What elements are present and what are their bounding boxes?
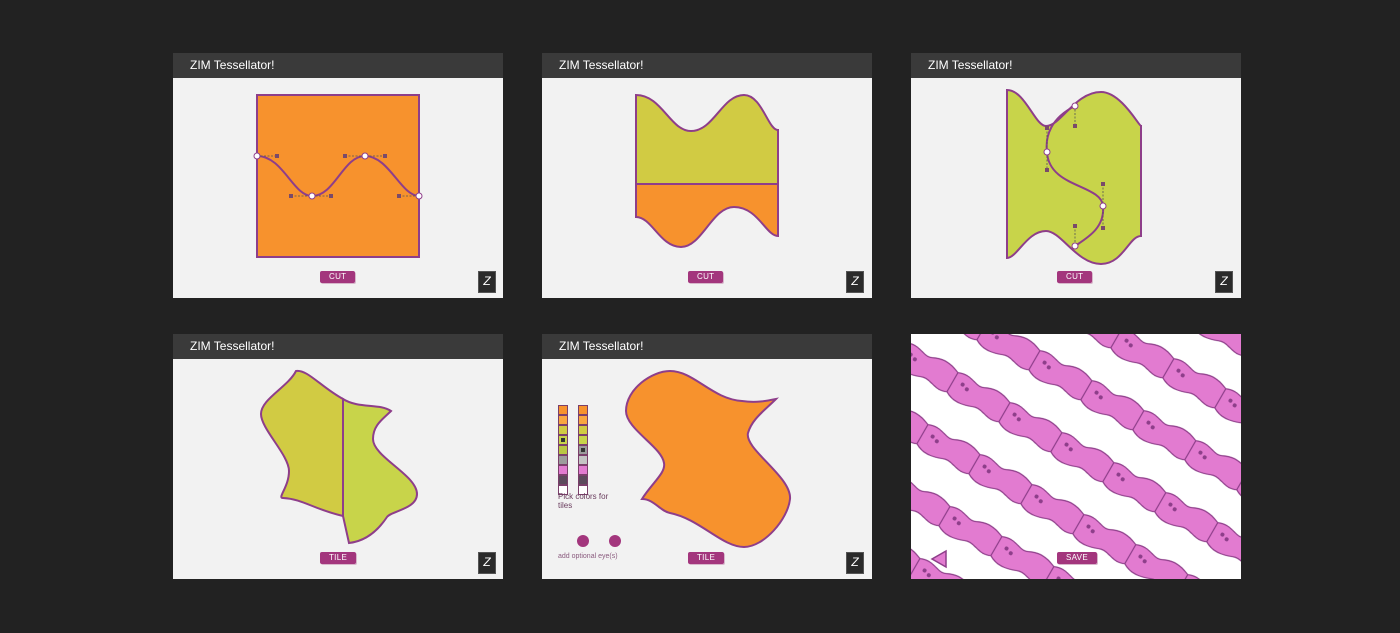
eye-option-2 <box>609 535 621 547</box>
swatch-orange[interactable] <box>578 405 588 415</box>
swatch-orange-light[interactable] <box>558 415 568 425</box>
panel-cut-result: ZIM Tessellator! CUT Z <box>542 53 872 298</box>
editor-canvas[interactable] <box>173 359 503 579</box>
bottom-half-tile <box>635 183 779 249</box>
panel-title: ZIM Tessellator! <box>173 334 503 359</box>
palette-column-1[interactable] <box>558 405 568 495</box>
swatch-green[interactable] <box>578 435 588 445</box>
swatch-gray-selected[interactable] <box>578 445 588 455</box>
zim-logo-icon: Z <box>846 271 864 293</box>
panel-tile-shape: ZIM Tessellator! TILE Z <box>173 334 503 579</box>
save-button[interactable]: SAVE <box>1057 552 1097 564</box>
swatch-green[interactable] <box>558 445 568 455</box>
cut-button[interactable]: CUT <box>688 271 724 283</box>
triangle-back-icon[interactable] <box>928 548 950 570</box>
panel-title: ZIM Tessellator! <box>173 53 503 78</box>
top-half-tile <box>635 93 779 185</box>
palette-column-2[interactable] <box>578 405 588 495</box>
tile-button[interactable]: TILE <box>320 552 357 564</box>
swatch-light-gray[interactable] <box>578 455 588 465</box>
panel-cut-vertical: ZIM Tessellator! CUT Z <box>911 53 1241 298</box>
orange-tile-shape <box>624 369 792 549</box>
left-shape-half <box>259 369 344 518</box>
panel-title: ZIM Tessellator! <box>542 334 872 359</box>
zim-logo-icon: Z <box>478 271 496 293</box>
panel-tessellation-result: SAVE <box>911 334 1241 579</box>
zim-logo-icon: Z <box>478 552 496 574</box>
panel-cut-square: ZIM Tessellator! CUT Z <box>173 53 503 298</box>
palette-caption: Pick colors for tiles <box>558 492 609 510</box>
swatch-dark[interactable] <box>578 475 588 485</box>
swatch-orange-light[interactable] <box>578 415 588 425</box>
swatch-gray[interactable] <box>558 455 568 465</box>
swatch-dark[interactable] <box>558 475 568 485</box>
zim-logo-icon: Z <box>1215 271 1233 293</box>
editor-canvas[interactable] <box>542 78 872 298</box>
swatch-yellow[interactable] <box>578 425 588 435</box>
tessellation-pattern <box>911 334 1241 579</box>
right-shape-half <box>342 397 419 545</box>
editor-canvas[interactable] <box>911 78 1241 298</box>
zim-logo-icon: Z <box>846 552 864 574</box>
swatch-yellow[interactable] <box>558 425 568 435</box>
eyes-caption: add optional eye(s) <box>558 553 618 560</box>
panel-pick-colors: ZIM Tessellator! Pick colors for tiles a… <box>542 334 872 579</box>
swatch-green-selected[interactable] <box>558 435 568 445</box>
swatch-pink[interactable] <box>578 465 588 475</box>
editor-canvas[interactable] <box>173 78 503 298</box>
eye-options[interactable] <box>542 530 632 550</box>
tile-button[interactable]: TILE <box>688 552 725 564</box>
cut-button[interactable]: CUT <box>1057 271 1093 283</box>
panel-title: ZIM Tessellator! <box>911 53 1241 78</box>
green-tile <box>1006 88 1142 266</box>
swatch-orange[interactable] <box>558 405 568 415</box>
panel-title: ZIM Tessellator! <box>542 53 872 78</box>
eye-option-1 <box>577 535 589 547</box>
cut-button[interactable]: CUT <box>320 271 356 283</box>
swatch-pink[interactable] <box>558 465 568 475</box>
